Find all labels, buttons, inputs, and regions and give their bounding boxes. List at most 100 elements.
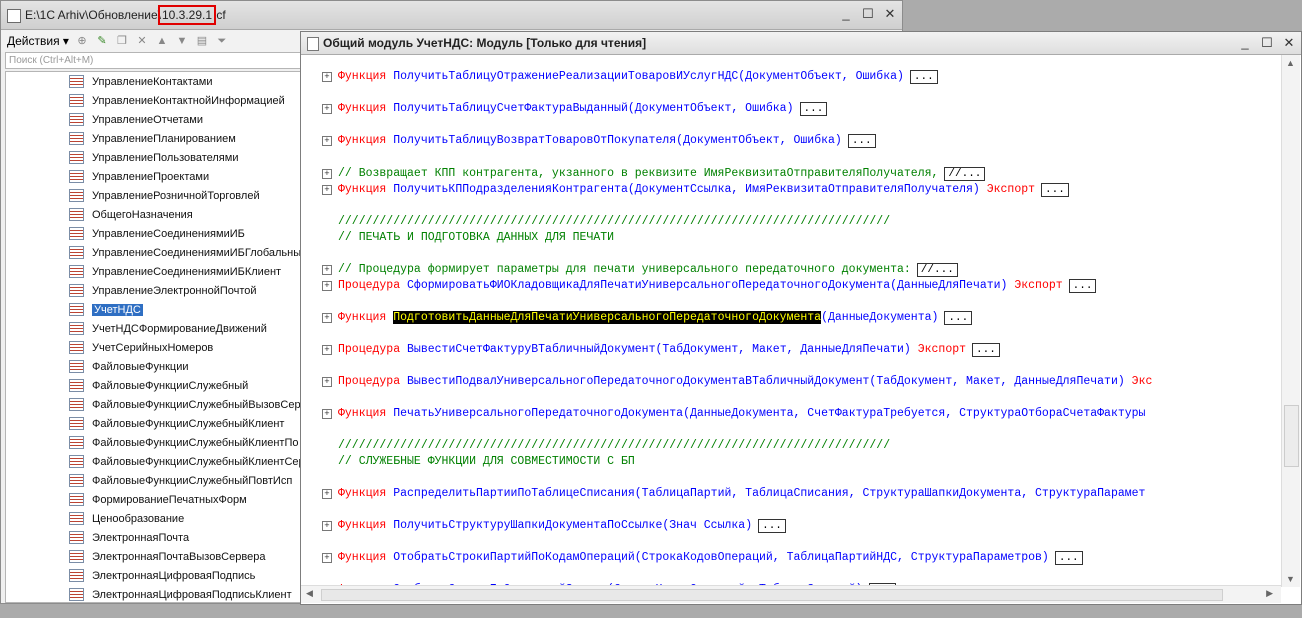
expand-icon[interactable]: + — [322, 313, 332, 323]
scroll-right-icon[interactable]: ▶ — [1266, 588, 1273, 599]
tree-item[interactable]: УправлениеОтчетами — [6, 110, 300, 129]
code-function-name: ПечатьУниверсальногоПередаточногоДокумен… — [393, 407, 684, 420]
search-input[interactable]: Поиск (Ctrl+Alt+M) — [5, 52, 302, 69]
code-keyword: Функция — [338, 311, 387, 324]
copy-icon[interactable]: ❐ — [115, 34, 129, 48]
tree-item[interactable]: УправлениеПользователями — [6, 148, 300, 167]
tree-item[interactable]: ЭлектроннаяЦифроваяПодписьКлиент — [6, 585, 300, 602]
expand-icon[interactable]: + — [322, 169, 332, 179]
expand-icon[interactable]: + — [322, 521, 332, 531]
tree-item[interactable]: ФайловыеФункцииСлужебныйКлиентСервер — [6, 452, 300, 471]
tree-item[interactable]: УправлениеПланированием — [6, 129, 300, 148]
collapsed-block-button[interactable]: ... — [1041, 183, 1069, 197]
tree-item-label: УправлениеПланированием — [92, 132, 236, 145]
module-icon — [69, 284, 84, 297]
close-button[interactable]: ✕ — [882, 6, 898, 22]
move-down-icon[interactable]: ▼ — [175, 34, 189, 48]
tree-item[interactable]: ЭлектроннаяПочта — [6, 528, 300, 547]
tree-item[interactable]: ФайловыеФункцииСлужебныйПовтИсп — [6, 471, 300, 490]
collapsed-block-button[interactable]: ... — [758, 519, 786, 533]
collapsed-block-button[interactable]: ... — [1068, 279, 1097, 293]
tree-item[interactable]: Ценообразование — [6, 509, 300, 528]
collapsed-block-button[interactable]: ... — [799, 102, 828, 116]
tree-item[interactable]: УправлениеКонтактнойИнформацией — [6, 91, 300, 110]
code-function-name: ВывестиПодвалУниверсальногоПередаточного… — [407, 375, 870, 388]
code-function-name: СформироватьФИОКладовщикаДляПечатиУнивер… — [407, 279, 891, 292]
expand-icon[interactable]: + — [322, 489, 332, 499]
expand-icon[interactable]: + — [322, 377, 332, 387]
sort-icon[interactable]: ▤ — [195, 34, 209, 48]
tree-item[interactable]: УправлениеПроектами — [6, 167, 300, 186]
horizontal-scrollbar[interactable]: ◀ ▶ — [301, 585, 1281, 603]
tree-item[interactable]: ФайловыеФункцииСлужебныйВызовСервера — [6, 395, 300, 414]
module-icon — [69, 379, 84, 392]
expand-icon[interactable]: + — [322, 72, 332, 82]
module-icon — [69, 227, 84, 240]
tree-item[interactable]: ОбщегоНазначения — [6, 205, 300, 224]
code-keyword: Процедура — [338, 279, 401, 292]
code-function-name: РаспределитьПартииПоТаблицеСписания — [393, 487, 635, 500]
code-editor[interactable]: + Функция ПолучитьТаблицуОтражениеРеализа… — [301, 55, 1276, 587]
scroll-up-icon[interactable]: ▲ — [1286, 58, 1295, 68]
expand-icon[interactable]: + — [322, 409, 332, 419]
tree-item[interactable]: ФормированиеПечатныхФорм — [6, 490, 300, 509]
collapsed-block-button[interactable]: ... — [944, 311, 973, 325]
minimize-button[interactable]: _ — [838, 6, 854, 22]
add-icon[interactable]: ⊕ — [75, 34, 89, 48]
tree-item[interactable]: УчетСерийныхНомеров — [6, 338, 300, 357]
tree-item[interactable]: УправлениеСоединениямиИБКлиент — [6, 262, 300, 281]
tree-item-label: ЭлектроннаяПочтаВызовСервера — [92, 550, 266, 563]
scroll-down-icon[interactable]: ▼ — [1286, 574, 1295, 584]
code-function-name: ПолучитьТаблицуСчетФактураВыданный — [393, 102, 628, 115]
vertical-scrollbar[interactable]: ▲ ▼ — [1281, 55, 1300, 587]
tree-item[interactable]: УправлениеРозничнойТорговлей — [6, 186, 300, 205]
tree-item[interactable]: УправлениеСоединениямиИБГлобальный — [6, 243, 300, 262]
tree-item[interactable]: УчетНДСФормированиеДвижений — [6, 319, 300, 338]
expand-icon[interactable]: + — [322, 281, 332, 291]
move-up-icon[interactable]: ▲ — [155, 34, 169, 48]
collapsed-block-button[interactable]: //... — [944, 167, 986, 181]
expand-icon[interactable]: + — [322, 185, 332, 195]
tree-item[interactable]: ФайловыеФункцииСлужебный — [6, 376, 300, 395]
tree-item-label: УправлениеСоединениямиИБКлиент — [92, 265, 282, 278]
tree-item[interactable]: УправлениеЭлектроннойПочтой — [6, 281, 300, 300]
collapsed-block-button[interactable]: ... — [847, 134, 876, 148]
code-comment: ////////////////////////////////////////… — [338, 215, 891, 228]
module-icon — [69, 455, 84, 468]
tree-item[interactable]: ЭлектроннаяПочтаВызовСервера — [6, 547, 300, 566]
tree-item[interactable]: УчетНДС — [6, 300, 300, 319]
expand-icon[interactable]: + — [322, 104, 332, 114]
tree-item[interactable]: УправлениеСоединениямиИБ — [6, 224, 300, 243]
code-arguments: (ДанныеДокумента, СчетФактураТребуется, … — [683, 407, 1146, 420]
tree-item-label: ЭлектроннаяЦифроваяПодпись — [92, 569, 256, 582]
tree-item[interactable]: ФайловыеФункцииСлужебныйКлиентПо — [6, 433, 300, 452]
expand-icon[interactable]: + — [322, 136, 332, 146]
module-icon — [69, 474, 84, 487]
delete-icon[interactable]: ✕ — [135, 34, 149, 48]
config-tree[interactable]: УправлениеКонтактами УправлениеКонтактной… — [5, 71, 301, 603]
filter-icon[interactable]: ⏷ — [215, 34, 229, 48]
maximize-button[interactable]: ☐ — [860, 6, 876, 22]
tree-item[interactable]: ФайловыеФункцииСлужебныйКлиент — [6, 414, 300, 433]
scroll-thumb[interactable] — [1284, 405, 1299, 467]
tree-item[interactable]: ЭлектроннаяЦифроваяПодпись — [6, 566, 300, 585]
config-window-title: E:\1C Arhiv\Обновление\10.3.29.1.cf — [25, 5, 226, 25]
maximize-button[interactable]: ☐ — [1259, 35, 1275, 51]
minimize-button[interactable]: _ — [1237, 35, 1253, 51]
code-keyword: Функция — [338, 102, 387, 115]
collapsed-block-button[interactable]: //... — [916, 263, 958, 277]
tree-item[interactable]: ФайловыеФункции — [6, 357, 300, 376]
code-function-name: ПодготовитьДанныеДляПечатиУниверсального… — [393, 311, 822, 324]
actions-menu[interactable]: Действия ▾ — [7, 34, 69, 48]
expand-icon[interactable]: + — [322, 265, 332, 275]
expand-icon[interactable]: + — [322, 345, 332, 355]
close-button[interactable]: ✕ — [1281, 35, 1297, 51]
hscroll-thumb[interactable] — [321, 589, 1223, 601]
collapsed-block-button[interactable]: ... — [1054, 551, 1083, 565]
tree-item[interactable]: УправлениеКонтактами — [6, 72, 300, 91]
collapsed-block-button[interactable]: ... — [909, 70, 938, 84]
scroll-left-icon[interactable]: ◀ — [306, 588, 313, 599]
edit-icon[interactable]: ✎ — [95, 34, 109, 48]
expand-icon[interactable]: + — [322, 553, 332, 563]
collapsed-block-button[interactable]: ... — [972, 343, 1000, 357]
